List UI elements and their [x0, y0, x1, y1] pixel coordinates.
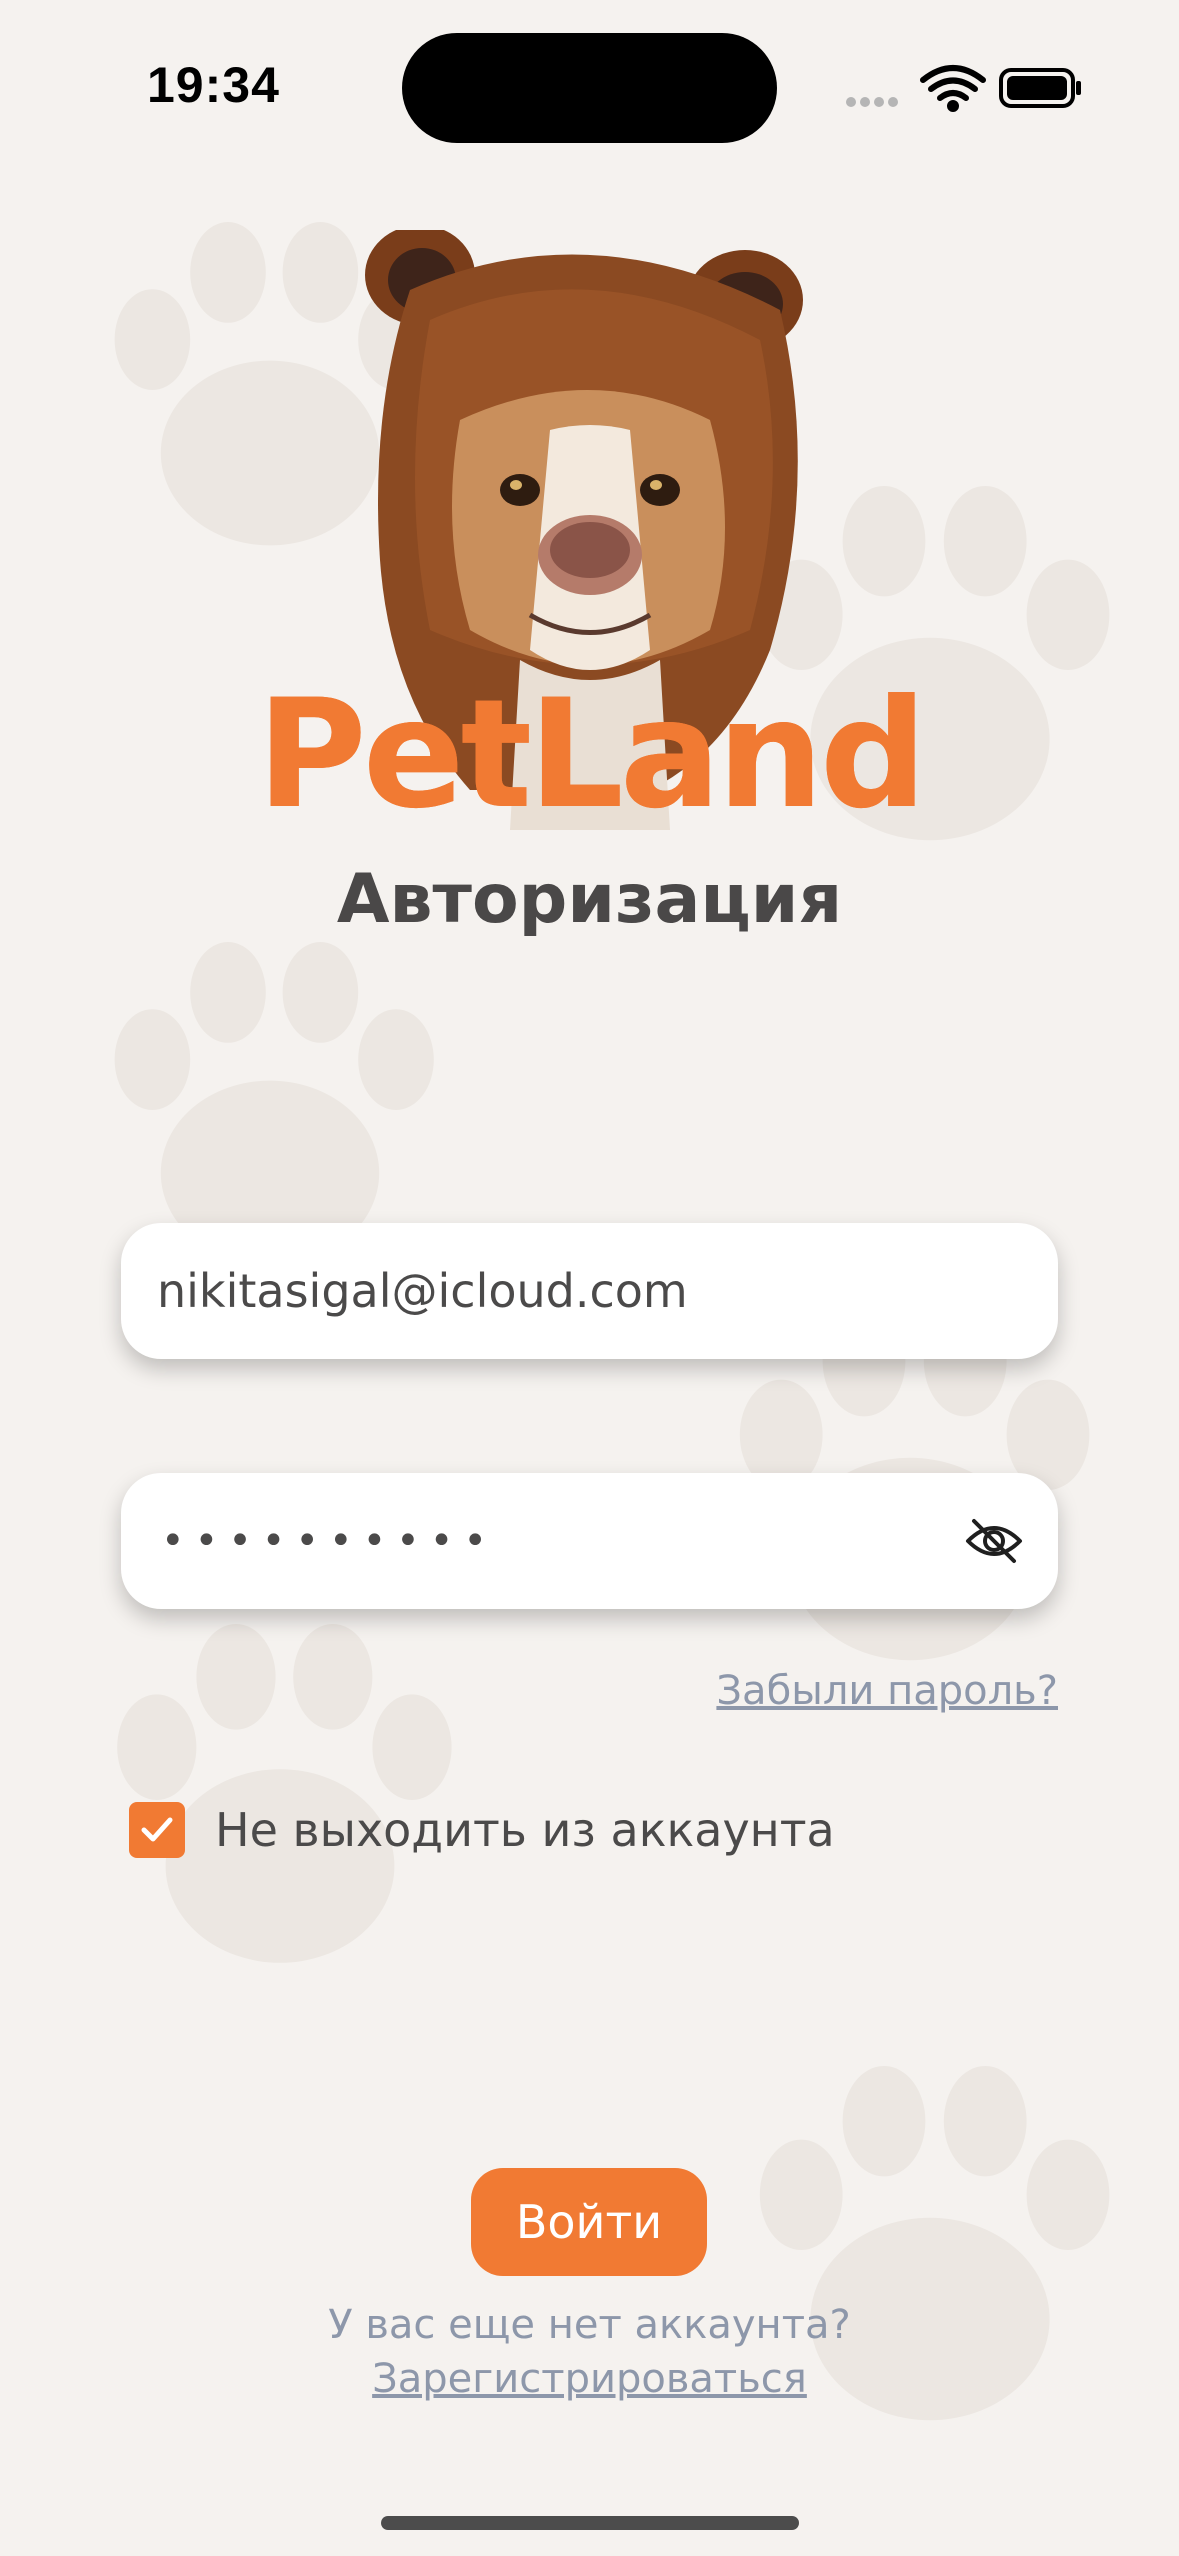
register-link[interactable]: Зарегистрироваться: [0, 2356, 1179, 2402]
remember-me-checkbox[interactable]: [129, 1802, 185, 1858]
remember-me-row[interactable]: Не выходить из аккаунта: [129, 1802, 835, 1858]
email-field-value: nikitasigal@icloud.com: [157, 1264, 688, 1318]
home-indicator[interactable]: [381, 2516, 799, 2530]
signal-dots-icon: [846, 97, 898, 107]
paw-print-background-icon: [759, 2066, 1110, 2421]
status-time: 19:34: [147, 57, 280, 113]
dynamic-island: [402, 33, 777, 143]
forgot-password-link[interactable]: Забыли пароль?: [716, 1668, 1058, 1714]
no-account-text: У вас еще нет аккаунта?: [328, 2302, 851, 2348]
wifi-icon: [920, 65, 986, 112]
password-field[interactable]: ••••••••••: [121, 1473, 1058, 1609]
page-title: Авторизация: [336, 860, 843, 939]
paw-print-background-icon: [117, 1624, 452, 1963]
petland-logo-text: PetLand: [256, 668, 927, 842]
login-button[interactable]: Войти: [471, 2168, 707, 2276]
email-field[interactable]: nikitasigal@icloud.com: [121, 1223, 1058, 1359]
eye-slash-icon[interactable]: [964, 1511, 1024, 1571]
status-icons: [846, 65, 1081, 112]
password-field-value: ••••••••••: [161, 1518, 497, 1564]
remember-me-label: Не выходить из аккаунта: [215, 1803, 835, 1857]
checkmark-icon: [141, 1817, 173, 1842]
battery-icon: [999, 68, 1081, 108]
